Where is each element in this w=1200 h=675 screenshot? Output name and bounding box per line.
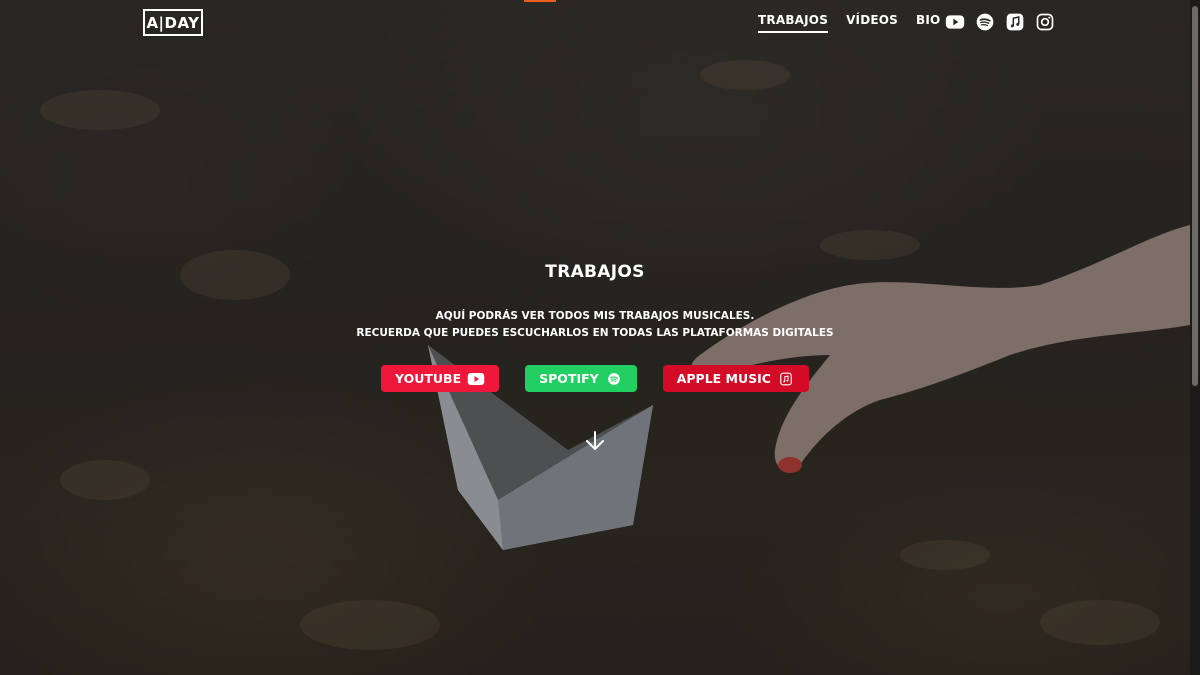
youtube-icon[interactable] [945,12,965,32]
platform-buttons: YOUTUBE SPOTIFY APPLE MUSIC [0,365,1190,392]
description-line-2: RECUERDA QUE PUEDES ESCUCHARLOS EN TODAS… [356,327,834,339]
youtube-button-label: YOUTUBE [395,371,462,386]
spotify-button-label: SPOTIFY [539,371,599,386]
social-links [945,12,1055,32]
nav-videos[interactable]: VÍDEOS [846,13,898,33]
description-line-1: AQUÍ PODRÁS VER TODOS MIS TRABAJOS MUSIC… [435,310,755,322]
spotify-button[interactable]: SPOTIFY [525,365,637,392]
page-scrollbar[interactable] [1190,0,1200,675]
youtube-button[interactable]: YOUTUBE [381,365,500,392]
arrow-down-icon[interactable] [584,430,606,452]
instagram-icon[interactable] [1035,12,1055,32]
site-header: A|DAY TRABAJOS VÍDEOS BIO [0,0,1190,44]
nav-trabajos[interactable]: TRABAJOS [758,13,829,33]
spotify-icon[interactable] [975,12,995,32]
logo-text: A|DAY [146,13,200,32]
page-title: TRABAJOS [545,262,645,282]
youtube-icon [467,372,485,385]
apple-music-button[interactable]: APPLE MUSIC [662,365,809,392]
apple-music-icon [780,372,792,385]
hero-section: TRABAJOS AQUÍ PODRÁS VER TODOS MIS TRABA… [0,262,1190,392]
apple-music-button-label: APPLE MUSIC [676,371,771,386]
site-logo[interactable]: A|DAY [143,9,203,36]
nav-bio[interactable]: BIO [916,13,940,33]
apple-music-icon[interactable] [1005,12,1025,32]
hero-description: AQUÍ PODRÁS VER TODOS MIS TRABAJOS MUSIC… [0,308,1190,342]
main-nav: TRABAJOS VÍDEOS BIO [758,13,940,33]
spotify-icon [607,372,620,385]
scrollbar-thumb[interactable] [1192,6,1198,386]
